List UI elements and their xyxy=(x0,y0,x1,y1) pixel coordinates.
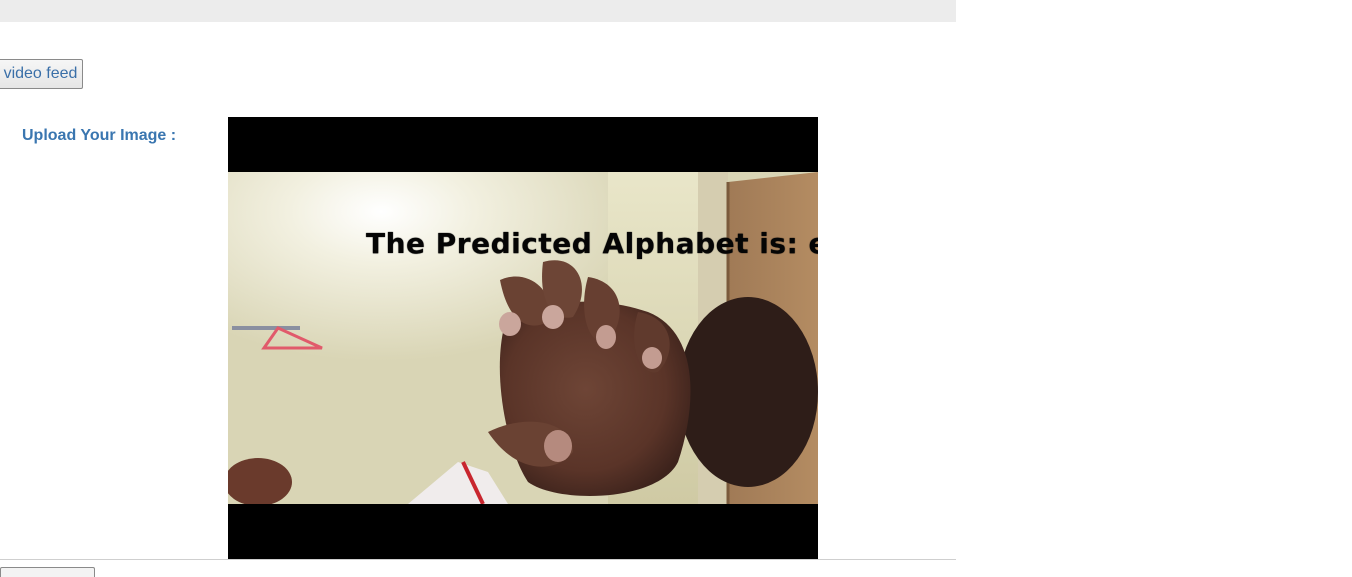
bottom-button[interactable] xyxy=(0,567,95,577)
prediction-overlay-text: The Predicted Alphabet is: e xyxy=(366,227,818,260)
bottom-divider xyxy=(0,559,956,560)
top-bar xyxy=(0,0,956,22)
video-feed-frame: The Predicted Alphabet is: e xyxy=(228,117,818,559)
video-feed-button[interactable]: video feed xyxy=(0,59,83,89)
camera-image: The Predicted Alphabet is: e xyxy=(228,172,818,504)
upload-image-label: Upload Your Image : xyxy=(22,127,177,144)
